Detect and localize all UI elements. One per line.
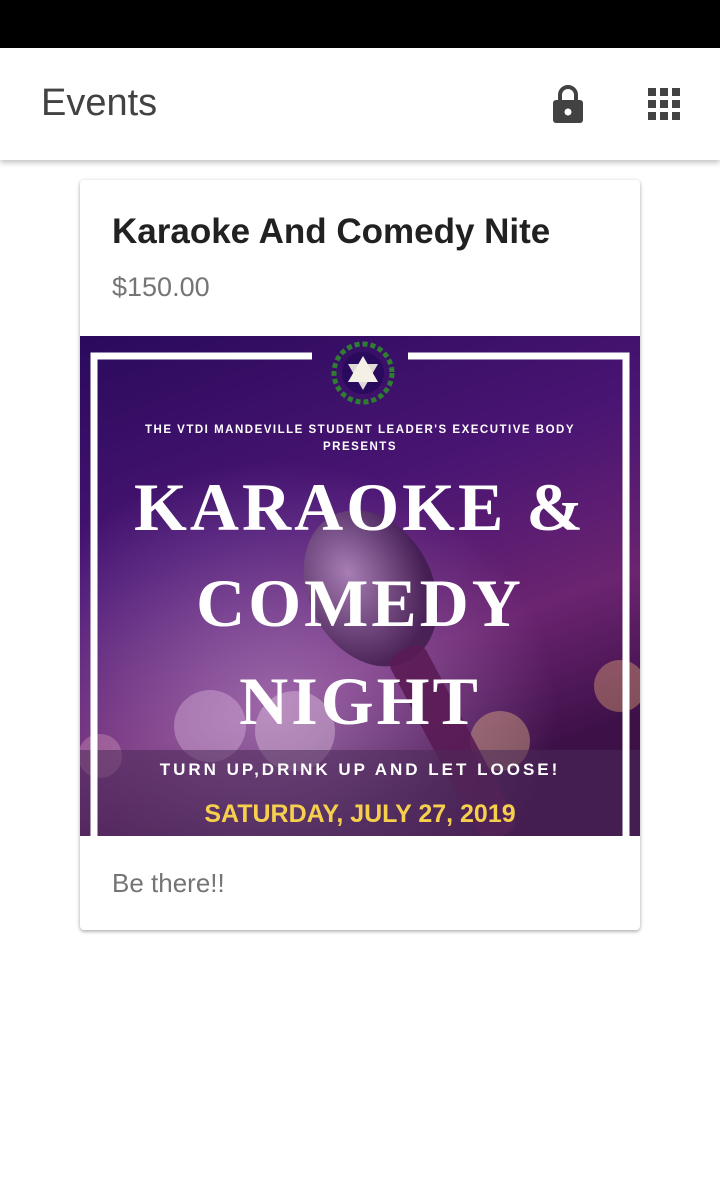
- apps-grid-icon: [648, 88, 680, 120]
- apps-grid-button[interactable]: [636, 80, 692, 128]
- event-description: Be there!!: [112, 868, 225, 898]
- poster-headline-line1: KARAOKE &: [134, 469, 586, 545]
- app-bar: Events: [0, 48, 720, 160]
- event-poster-image: THE VTDI MANDEVILLE STUDENT LEADER'S EXE…: [80, 336, 640, 836]
- poster-subheading: THE VTDI MANDEVILLE STUDENT LEADER'S EXE…: [144, 424, 575, 453]
- poster-headline-line2: COMEDY: [196, 565, 524, 641]
- lock-icon: [553, 85, 583, 123]
- event-card[interactable]: Karaoke And Comedy Nite $150.00 THE VTDI…: [80, 180, 640, 930]
- event-price: $150.00: [112, 272, 210, 302]
- poster-tagline: TURN UP,DRINK UP AND LET LOOSE!: [159, 760, 561, 779]
- event-title: Karaoke And Comedy Nite: [112, 212, 551, 251]
- page-title: Events: [41, 82, 158, 124]
- status-bar: [0, 0, 720, 48]
- poster-headline-line3: NIGHT: [239, 663, 481, 739]
- lock-button[interactable]: [540, 80, 596, 128]
- poster-date: SATURDAY, JULY 27, 2019: [204, 800, 516, 828]
